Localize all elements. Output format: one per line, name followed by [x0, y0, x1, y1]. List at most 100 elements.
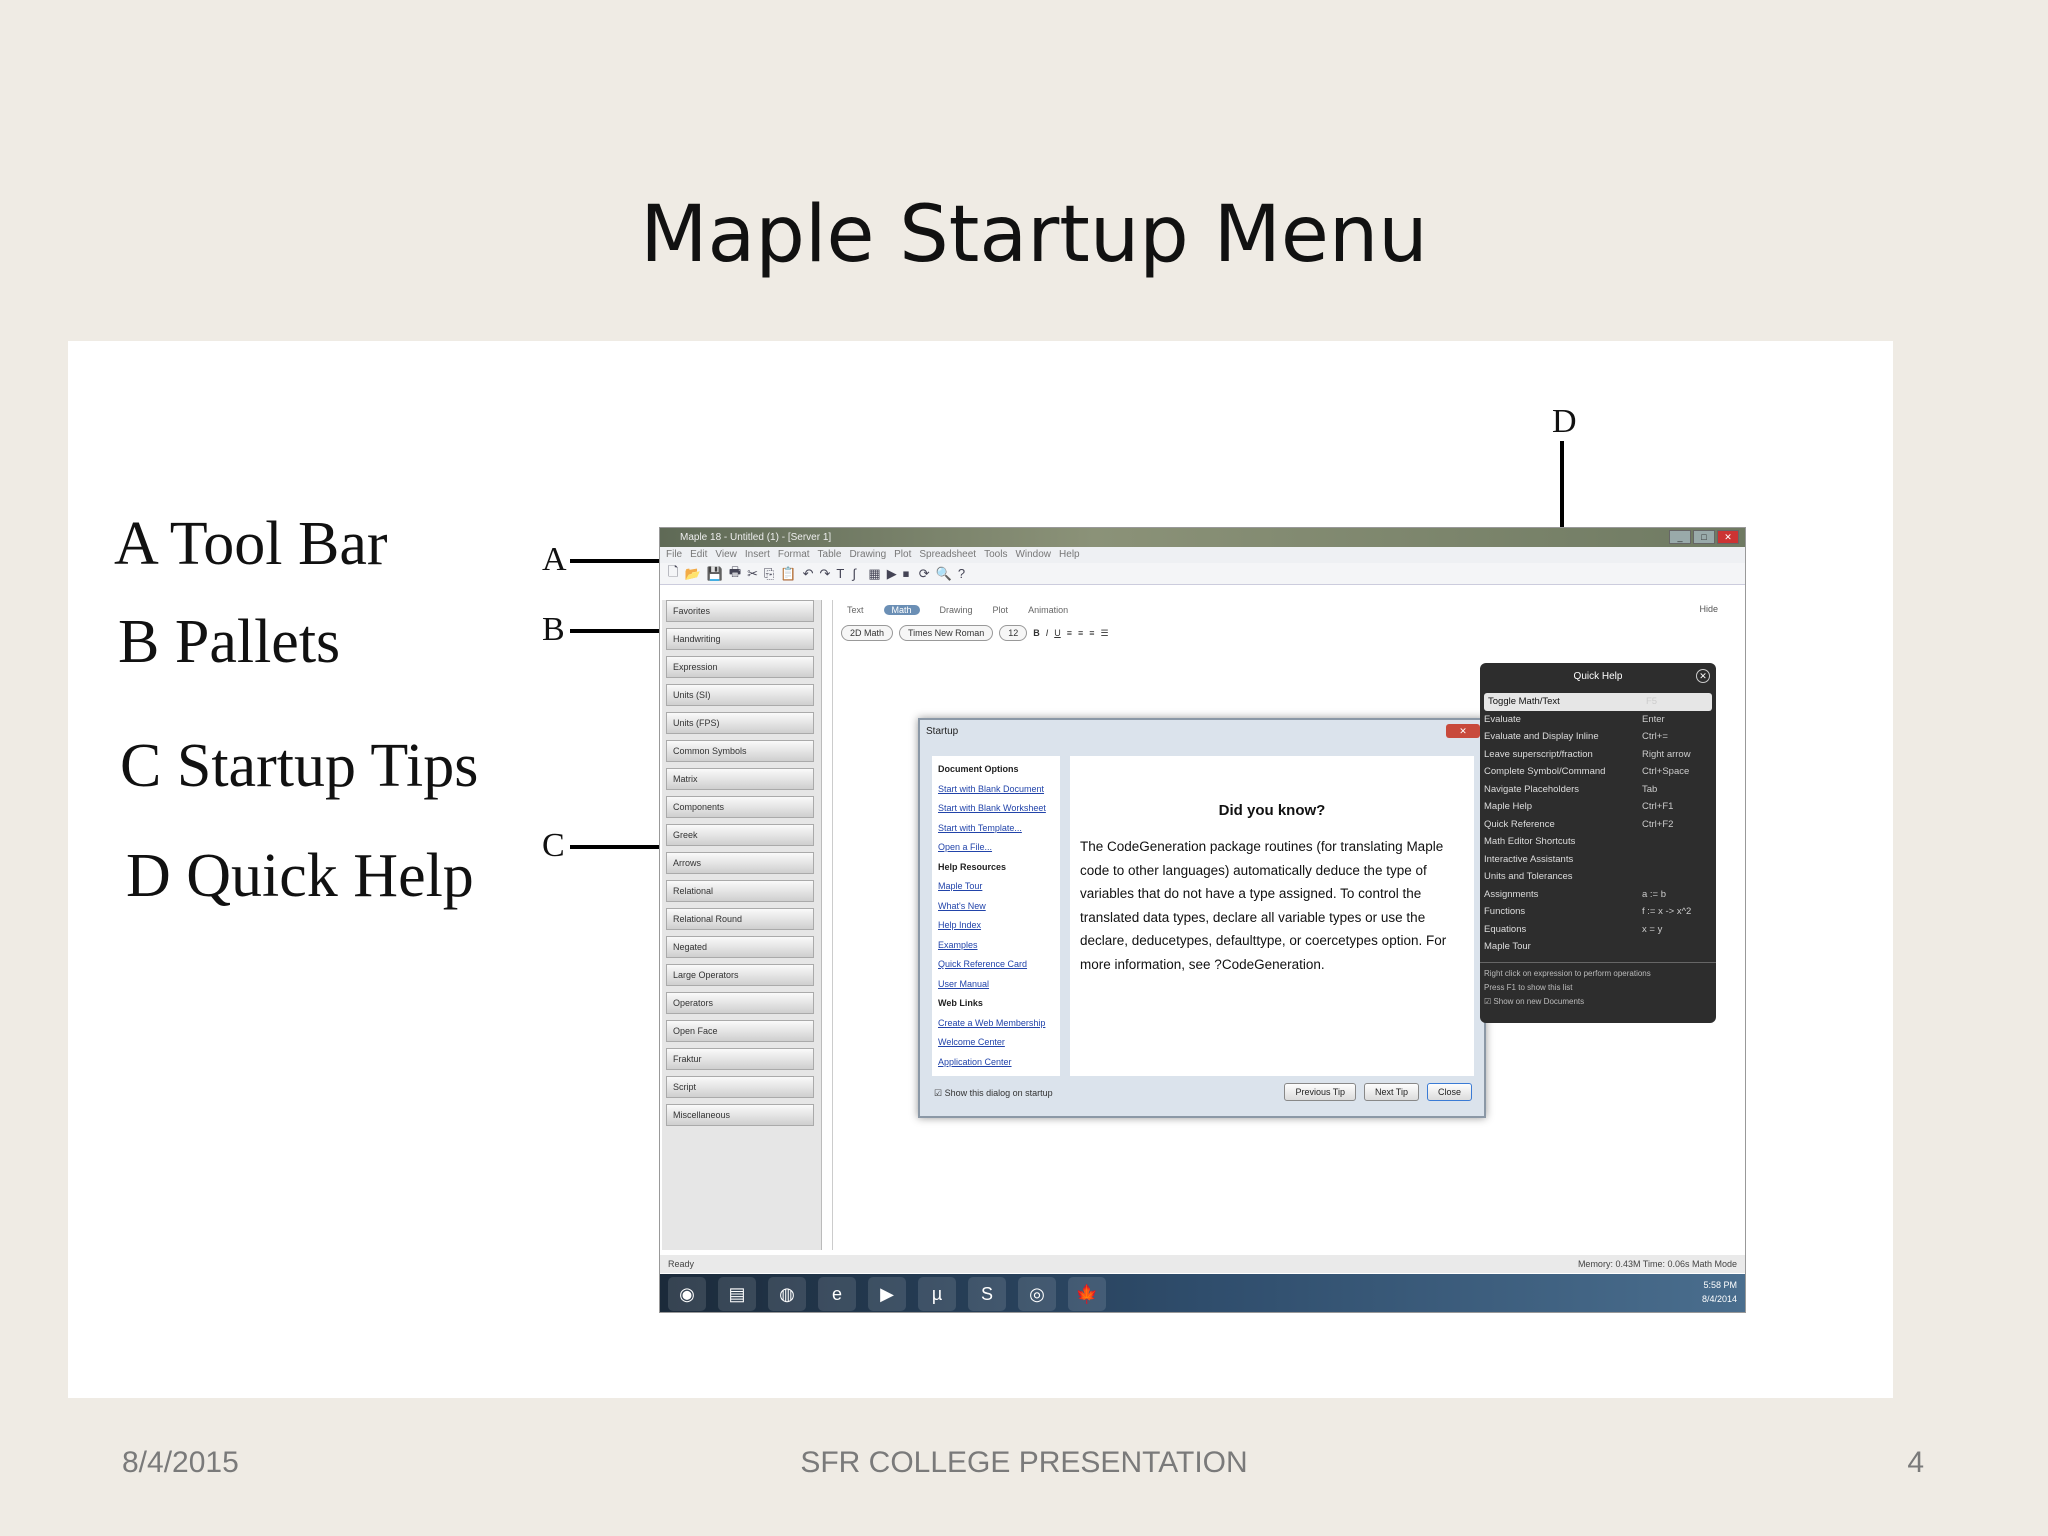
- menu-drawing[interactable]: Drawing: [849, 547, 886, 563]
- link-open-file[interactable]: Open a File...: [938, 838, 1054, 858]
- link-application-center[interactable]: Application Center: [938, 1053, 1054, 1073]
- link-web-membership[interactable]: Create a Web Membership: [938, 1014, 1054, 1034]
- start-icon[interactable]: ◉: [668, 1277, 706, 1311]
- palette-units-si[interactable]: Units (SI): [666, 684, 814, 706]
- menu-file[interactable]: File: [666, 547, 682, 563]
- italic-icon[interactable]: I: [1046, 628, 1049, 638]
- restart-icon[interactable]: ⟳: [919, 566, 930, 582]
- new-icon[interactable]: 🗋: [668, 563, 678, 585]
- menu-tools[interactable]: Tools: [984, 547, 1007, 563]
- quick-help-row[interactable]: Evaluate and Display Inline Ctrl+=: [1480, 728, 1716, 746]
- font-face-select[interactable]: Times New Roman: [899, 625, 994, 641]
- align-center-icon[interactable]: ≡: [1078, 628, 1083, 638]
- quick-help-close-icon[interactable]: ✕: [1696, 669, 1710, 683]
- quick-help-row[interactable]: Units and Tolerances: [1480, 868, 1716, 886]
- skype-icon[interactable]: S: [968, 1277, 1006, 1311]
- tab-plot[interactable]: Plot: [993, 605, 1009, 615]
- link-whats-new[interactable]: What's New: [938, 897, 1054, 917]
- link-quick-reference[interactable]: Quick Reference Card: [938, 955, 1054, 975]
- math-icon[interactable]: ∫: [852, 566, 862, 581]
- taskbar-clock[interactable]: 5:58 PM 8/4/2014: [1702, 1278, 1737, 1306]
- print-icon[interactable]: 🖶: [729, 563, 741, 585]
- maximize-button[interactable]: □: [1693, 530, 1715, 544]
- next-tip-button[interactable]: Next Tip: [1363, 1083, 1419, 1101]
- quick-help-row[interactable]: Complete Symbol/Command Ctrl+Space: [1480, 763, 1716, 781]
- show-on-new-documents-checkbox[interactable]: ☑ Show on new Documents: [1484, 995, 1712, 1009]
- table-icon[interactable]: ▦: [868, 566, 880, 582]
- tab-text[interactable]: Text: [847, 605, 864, 615]
- undo-icon[interactable]: ↶: [803, 566, 814, 582]
- link-examples[interactable]: Examples: [938, 936, 1054, 956]
- chrome-icon[interactable]: ◎: [1018, 1277, 1056, 1311]
- open-icon[interactable]: 📂: [684, 566, 700, 582]
- previous-tip-button[interactable]: Previous Tip: [1284, 1083, 1356, 1101]
- quick-help-row[interactable]: Assignments a := b: [1480, 886, 1716, 904]
- minimize-button[interactable]: _: [1669, 530, 1691, 544]
- palette-large-operators[interactable]: Large Operators: [666, 964, 814, 986]
- link-help-index[interactable]: Help Index: [938, 916, 1054, 936]
- palette-fraktur[interactable]: Fraktur: [666, 1048, 814, 1070]
- palette-units-fps[interactable]: Units (FPS): [666, 712, 814, 734]
- quick-help-row[interactable]: Navigate Placeholders Tab: [1480, 781, 1716, 799]
- bullet-list-icon[interactable]: ☰: [1101, 628, 1109, 639]
- font-size-select[interactable]: 12: [999, 625, 1028, 641]
- dialog-close-icon[interactable]: ✕: [1446, 724, 1480, 738]
- quick-help-row[interactable]: Leave superscript/fraction Right arrow: [1480, 746, 1716, 764]
- menu-view[interactable]: View: [715, 547, 737, 563]
- utorrent-icon[interactable]: µ: [918, 1277, 956, 1311]
- help-icon[interactable]: ?: [958, 566, 968, 581]
- show-on-startup-checkbox[interactable]: ☑ Show this dialog on startup: [934, 1088, 1053, 1099]
- stop-icon[interactable]: ⏹: [903, 566, 913, 582]
- zoom-icon[interactable]: 🔍: [936, 566, 952, 582]
- explorer-icon[interactable]: ▤: [718, 1277, 756, 1311]
- media-player-icon[interactable]: ▶: [868, 1277, 906, 1311]
- quick-help-row[interactable]: Toggle Math/Text F5: [1484, 693, 1712, 711]
- palette-negated[interactable]: Negated: [666, 936, 814, 958]
- menu-plot[interactable]: Plot: [894, 547, 911, 563]
- link-template[interactable]: Start with Template...: [938, 819, 1054, 839]
- palette-handwriting[interactable]: Handwriting: [666, 628, 814, 650]
- tab-drawing[interactable]: Drawing: [940, 605, 973, 615]
- close-window-button[interactable]: ✕: [1717, 530, 1739, 544]
- link-user-manual[interactable]: User Manual: [938, 975, 1054, 995]
- menu-spreadsheet[interactable]: Spreadsheet: [919, 547, 976, 563]
- underline-icon[interactable]: U: [1054, 628, 1061, 638]
- palette-common-symbols[interactable]: Common Symbols: [666, 740, 814, 762]
- save-icon[interactable]: 💾: [707, 566, 723, 582]
- maple-app-icon[interactable]: 🍁: [1068, 1277, 1106, 1311]
- palette-script[interactable]: Script: [666, 1076, 814, 1098]
- palette-relational-round[interactable]: Relational Round: [666, 908, 814, 930]
- quick-help-row[interactable]: Evaluate Enter: [1480, 711, 1716, 729]
- palette-greek[interactable]: Greek: [666, 824, 814, 846]
- redo-icon[interactable]: ↷: [820, 566, 831, 582]
- text-icon[interactable]: T: [836, 566, 846, 581]
- palette-miscellaneous[interactable]: Miscellaneous: [666, 1104, 814, 1126]
- palette-operators[interactable]: Operators: [666, 992, 814, 1014]
- palette-relational[interactable]: Relational: [666, 880, 814, 902]
- execute-icon[interactable]: ▶: [887, 566, 897, 582]
- copy-icon[interactable]: ⎘: [764, 566, 774, 582]
- quick-help-row[interactable]: Functions f := x -> x^2: [1480, 903, 1716, 921]
- palette-matrix[interactable]: Matrix: [666, 768, 814, 790]
- math-style-select[interactable]: 2D Math: [841, 625, 894, 641]
- align-right-icon[interactable]: ≡: [1089, 628, 1094, 638]
- tab-math[interactable]: Math: [883, 605, 920, 615]
- quick-help-row[interactable]: Interactive Assistants: [1480, 851, 1716, 869]
- link-maple-tour[interactable]: Maple Tour: [938, 877, 1054, 897]
- palette-components[interactable]: Components: [666, 796, 814, 818]
- menu-edit[interactable]: Edit: [690, 547, 707, 563]
- align-left-icon[interactable]: ≡: [1067, 628, 1072, 638]
- cut-icon[interactable]: ✂: [747, 566, 758, 582]
- menu-format[interactable]: Format: [778, 547, 810, 563]
- menu-insert[interactable]: Insert: [745, 547, 770, 563]
- menu-window[interactable]: Window: [1015, 547, 1051, 563]
- quick-help-row[interactable]: Maple Tour: [1480, 938, 1716, 956]
- quick-help-row[interactable]: Maple Help Ctrl+F1: [1480, 798, 1716, 816]
- ie-icon[interactable]: e: [818, 1277, 856, 1311]
- firefox-icon[interactable]: ◍: [768, 1277, 806, 1311]
- menu-help[interactable]: Help: [1059, 547, 1080, 563]
- link-blank-document[interactable]: Start with Blank Document: [938, 780, 1054, 800]
- quick-help-row[interactable]: Quick Reference Ctrl+F2: [1480, 816, 1716, 834]
- palette-open-face[interactable]: Open Face: [666, 1020, 814, 1042]
- menu-table[interactable]: Table: [818, 547, 842, 563]
